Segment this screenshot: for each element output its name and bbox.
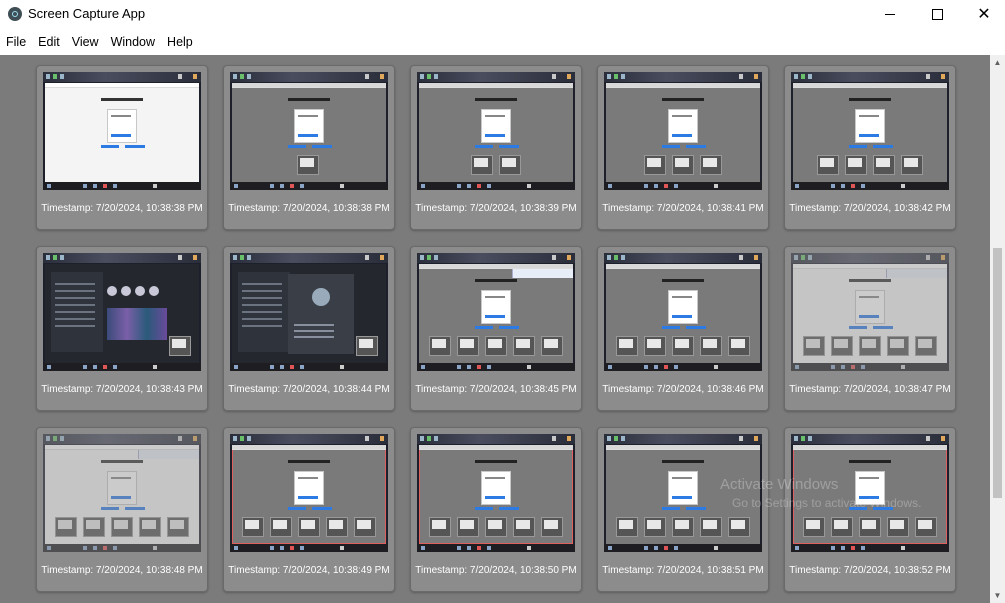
watermark-title: Activate Windows xyxy=(720,476,839,493)
app-icon xyxy=(8,7,22,21)
capture-card[interactable]: Timestamp: 7/20/2024, 10:38:47 PM xyxy=(784,246,956,411)
capture-thumbnail xyxy=(791,72,949,190)
menu-edit[interactable]: Edit xyxy=(32,30,66,54)
captures-panel: Timestamp: 7/20/2024, 10:38:38 PM Timest… xyxy=(0,55,990,603)
capture-thumbnail xyxy=(417,72,575,190)
capture-card[interactable]: Timestamp: 7/20/2024, 10:38:44 PM xyxy=(223,246,395,411)
minimize-icon xyxy=(885,14,895,15)
capture-thumbnail xyxy=(604,72,762,190)
capture-card[interactable]: Timestamp: 7/20/2024, 10:38:49 PM xyxy=(223,427,395,592)
capture-card[interactable]: Timestamp: 7/20/2024, 10:38:48 PM xyxy=(36,427,208,592)
capture-thumbnail xyxy=(604,253,762,371)
capture-timestamp: Timestamp: 7/20/2024, 10:38:41 PM xyxy=(602,203,764,214)
capture-thumbnail xyxy=(417,434,575,552)
menu-bar: File Edit View Window Help xyxy=(0,30,1005,54)
capture-card[interactable]: Timestamp: 7/20/2024, 10:38:45 PM xyxy=(410,246,582,411)
capture-timestamp: Timestamp: 7/20/2024, 10:38:46 PM xyxy=(602,384,764,395)
capture-thumbnail xyxy=(43,253,201,371)
capture-timestamp: Timestamp: 7/20/2024, 10:38:48 PM xyxy=(41,565,203,576)
watermark-subtitle: Go to Settings to activate Windows. xyxy=(732,496,922,510)
capture-card[interactable]: Timestamp: 7/20/2024, 10:38:41 PM xyxy=(597,65,769,230)
capture-thumbnail xyxy=(791,253,949,371)
capture-card[interactable]: Timestamp: 7/20/2024, 10:38:38 PM xyxy=(223,65,395,230)
menu-window[interactable]: Window xyxy=(105,30,161,54)
capture-card[interactable]: Timestamp: 7/20/2024, 10:38:38 PM xyxy=(36,65,208,230)
activation-watermark: Activate Windows Go to Settings to activ… xyxy=(720,475,921,513)
capture-card[interactable]: Timestamp: 7/20/2024, 10:38:42 PM xyxy=(784,65,956,230)
title-bar: Screen Capture App ✕ xyxy=(0,0,1005,29)
capture-timestamp: Timestamp: 7/20/2024, 10:38:44 PM xyxy=(228,384,390,395)
minimize-button[interactable] xyxy=(867,0,913,29)
capture-thumbnail xyxy=(417,253,575,371)
capture-card[interactable]: Timestamp: 7/20/2024, 10:38:39 PM xyxy=(410,65,582,230)
menu-file[interactable]: File xyxy=(0,30,32,54)
capture-card[interactable]: Timestamp: 7/20/2024, 10:38:50 PM xyxy=(410,427,582,592)
close-icon: ✕ xyxy=(977,5,991,23)
maximize-icon xyxy=(931,9,943,20)
scroll-down-arrow-icon[interactable]: ▼ xyxy=(990,588,1005,603)
window-title: Screen Capture App xyxy=(28,6,146,21)
capture-card[interactable]: Timestamp: 7/20/2024, 10:38:46 PM xyxy=(597,246,769,411)
capture-timestamp: Timestamp: 7/20/2024, 10:38:38 PM xyxy=(41,203,203,214)
capture-timestamp: Timestamp: 7/20/2024, 10:38:43 PM xyxy=(41,384,203,395)
vertical-scrollbar[interactable]: ▲ ▼ xyxy=(990,55,1005,603)
capture-timestamp: Timestamp: 7/20/2024, 10:38:38 PM xyxy=(228,203,390,214)
capture-card[interactable]: Timestamp: 7/20/2024, 10:38:43 PM xyxy=(36,246,208,411)
menu-view[interactable]: View xyxy=(66,30,105,54)
capture-thumbnail xyxy=(43,72,201,190)
capture-thumbnail xyxy=(230,434,388,552)
capture-timestamp: Timestamp: 7/20/2024, 10:38:51 PM xyxy=(602,565,764,576)
capture-thumbnail xyxy=(230,253,388,371)
close-button[interactable]: ✕ xyxy=(961,0,1005,29)
capture-timestamp: Timestamp: 7/20/2024, 10:38:50 PM xyxy=(415,565,577,576)
capture-timestamp: Timestamp: 7/20/2024, 10:38:45 PM xyxy=(415,384,577,395)
capture-thumbnail xyxy=(43,434,201,552)
capture-timestamp: Timestamp: 7/20/2024, 10:38:39 PM xyxy=(415,203,577,214)
menu-help[interactable]: Help xyxy=(161,30,199,54)
scroll-thumb[interactable] xyxy=(993,248,1002,498)
capture-timestamp: Timestamp: 7/20/2024, 10:38:49 PM xyxy=(228,565,390,576)
capture-timestamp: Timestamp: 7/20/2024, 10:38:47 PM xyxy=(789,384,951,395)
capture-thumbnail xyxy=(230,72,388,190)
capture-timestamp: Timestamp: 7/20/2024, 10:38:42 PM xyxy=(789,203,951,214)
scroll-up-arrow-icon[interactable]: ▲ xyxy=(990,55,1005,70)
maximize-button[interactable] xyxy=(914,0,960,29)
capture-timestamp: Timestamp: 7/20/2024, 10:38:52 PM xyxy=(789,565,951,576)
